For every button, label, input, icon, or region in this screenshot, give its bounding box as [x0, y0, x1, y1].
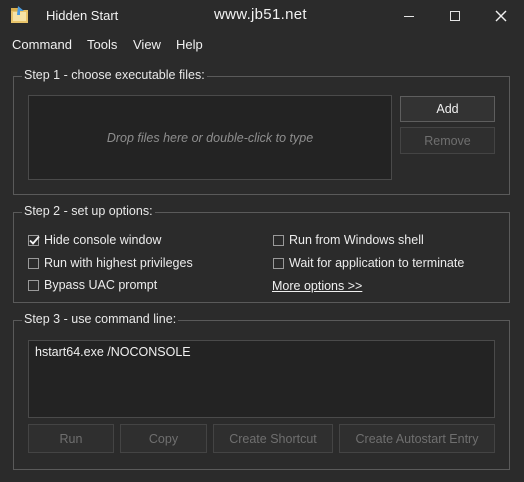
maximize-button[interactable]: [432, 0, 478, 32]
minimize-icon: [404, 11, 414, 21]
option-bypass-uac[interactable]: Bypass UAC prompt: [28, 278, 157, 292]
close-icon: [495, 10, 507, 22]
watermark-text: www.jb51.net: [214, 6, 307, 23]
hide-console-label: Hide console window: [44, 233, 162, 247]
app-icon: [10, 6, 30, 24]
wait-terminate-label: Wait for application to terminate: [289, 256, 465, 270]
hide-console-checkbox[interactable]: [28, 234, 40, 246]
more-options-link[interactable]: More options >>: [272, 279, 362, 293]
bypass-uac-label: Bypass UAC prompt: [44, 278, 158, 292]
menu-command[interactable]: Command: [12, 37, 72, 52]
title-bar: Hidden Start www.jb51.net: [0, 0, 524, 32]
wait-terminate-checkbox[interactable]: [273, 257, 284, 269]
bypass-uac-checkbox[interactable]: [28, 279, 39, 291]
file-drop-zone[interactable]: Drop files here or double-click to type: [28, 95, 392, 180]
highest-privileges-checkbox[interactable]: [28, 257, 39, 269]
create-autostart-button[interactable]: Create Autostart Entry: [339, 424, 495, 453]
highest-privileges-label: Run with highest privileges: [44, 256, 193, 270]
close-button[interactable]: [478, 0, 524, 32]
window-title: Hidden Start: [46, 8, 119, 23]
create-shortcut-button[interactable]: Create Shortcut: [213, 424, 333, 453]
step3-title: Step 3 - use command line:: [22, 312, 179, 326]
windows-shell-label: Run from Windows shell: [289, 233, 424, 247]
minimize-button[interactable]: [386, 0, 432, 32]
menu-help[interactable]: Help: [176, 37, 203, 52]
remove-button[interactable]: Remove: [400, 127, 495, 154]
menu-tools[interactable]: Tools: [87, 37, 117, 52]
option-highest-privileges[interactable]: Run with highest privileges: [28, 256, 193, 270]
option-wait-terminate[interactable]: Wait for application to terminate: [273, 256, 464, 270]
option-hide-console[interactable]: Hide console window: [28, 233, 161, 247]
drop-hint: Drop files here or double-click to type: [106, 130, 314, 145]
copy-button[interactable]: Copy: [120, 424, 207, 453]
step1-title: Step 1 - choose executable files:: [22, 68, 207, 82]
windows-shell-checkbox[interactable]: [273, 234, 284, 246]
step2-title: Step 2 - set up options:: [22, 204, 155, 218]
menu-view[interactable]: View: [133, 37, 161, 52]
add-button[interactable]: Add: [400, 96, 495, 122]
option-windows-shell[interactable]: Run from Windows shell: [273, 233, 424, 247]
run-button[interactable]: Run: [28, 424, 114, 453]
checkmark-icon: [29, 235, 40, 245]
command-line-text: hstart64.exe /NOCONSOLE: [35, 345, 191, 359]
command-line-field[interactable]: hstart64.exe /NOCONSOLE: [28, 340, 495, 418]
maximize-icon: [450, 11, 460, 21]
